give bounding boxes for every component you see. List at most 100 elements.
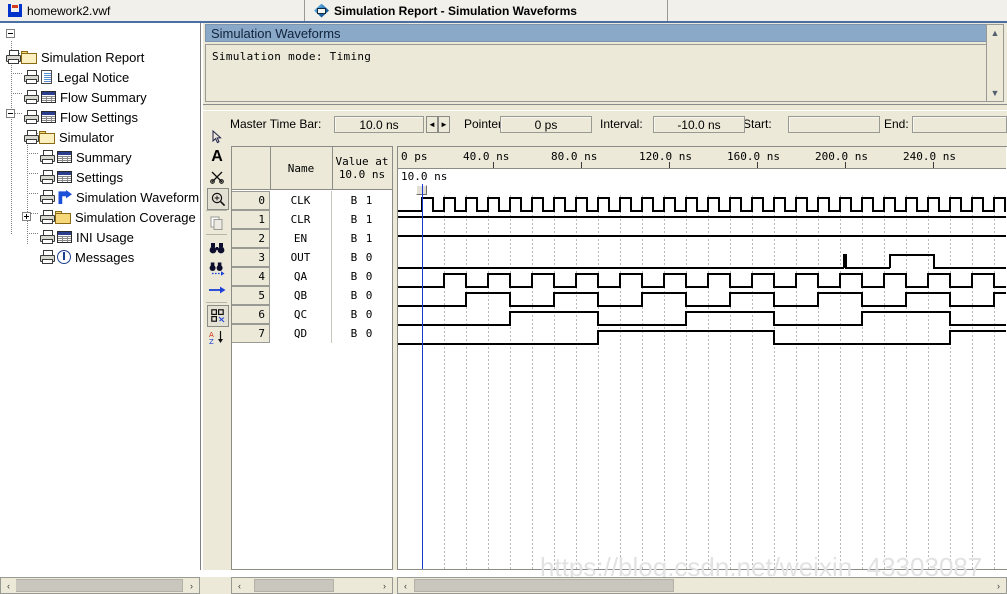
row-index: 1 — [232, 210, 270, 229]
time-cursor[interactable] — [422, 184, 423, 569]
table-row[interactable]: 1 CLR B 1 — [232, 210, 392, 229]
panel-separator — [203, 104, 1007, 111]
tree-item-simulator[interactable]: Simulator — [24, 127, 114, 147]
spinner-right-icon[interactable]: ► — [438, 116, 450, 133]
tree-item-summary[interactable]: Summary — [40, 147, 132, 167]
header-value-line1: Value at — [335, 155, 389, 168]
tree-item-flow-settings[interactable]: Flow Settings — [24, 107, 138, 127]
tree-item-label: Messages — [75, 249, 135, 265]
table-row[interactable]: 3 OUT B 0 — [232, 248, 392, 267]
header-value-line2: 10.0 ns — [338, 168, 386, 181]
master-time-bar-field[interactable]: 10.0 ns — [334, 116, 424, 133]
scroll-thumb[interactable] — [414, 579, 674, 592]
scrollbar-corner — [200, 577, 231, 594]
copy-tool-icon[interactable] — [207, 213, 227, 233]
tree-item-label: Simulator — [59, 129, 114, 145]
folder-icon — [21, 50, 37, 64]
waveform-trace — [398, 311, 1006, 326]
tree-item-legal-notice[interactable]: Legal Notice — [24, 67, 129, 87]
find-icon[interactable] — [207, 238, 227, 258]
spinner-left-icon[interactable]: ◄ — [426, 116, 438, 133]
printer-icon — [24, 90, 41, 104]
tree-item-messages[interactable]: Messages — [40, 247, 134, 267]
header-name: Name — [270, 147, 333, 189]
tree-guide — [27, 173, 39, 174]
scroll-left-icon[interactable]: ‹ — [1, 578, 16, 593]
tree-item-label: Summary — [76, 149, 132, 165]
table-row[interactable]: 7 QD B 0 — [232, 324, 392, 343]
tab-simulation-report[interactable]: Simulation Report - Simulation Waveforms — [306, 0, 668, 21]
scroll-up-icon[interactable]: ▲ — [988, 26, 1002, 40]
tree-item-settings[interactable]: Settings — [40, 167, 123, 187]
scroll-right-icon[interactable]: › — [184, 578, 199, 593]
signal-name: QB — [270, 286, 332, 305]
scroll-left-icon[interactable]: ‹ — [398, 578, 413, 593]
printer-icon — [40, 170, 57, 184]
master-time-bar-spinner[interactable]: ◄ ► — [426, 116, 450, 133]
document-icon — [41, 70, 53, 84]
document-tab-bar: homework2.vwf Simulation Report - Simula… — [0, 0, 1007, 23]
text-tool-icon[interactable]: A — [207, 147, 227, 167]
end-field[interactable] — [912, 116, 1007, 133]
start-field[interactable] — [788, 116, 880, 133]
printer-icon — [40, 230, 57, 244]
grid-header: Name Value at 10.0 ns — [232, 147, 392, 190]
tree-item-ini-usage[interactable]: INI Usage — [40, 227, 134, 247]
scroll-right-icon[interactable]: › — [991, 578, 1006, 593]
waveform-horizontal-scrollbar[interactable]: ‹ › — [397, 577, 1007, 594]
goto-arrow-icon[interactable] — [207, 280, 227, 300]
tree-horizontal-scrollbar[interactable]: ‹ › — [0, 577, 200, 594]
zoom-tool-icon[interactable] — [207, 188, 229, 210]
tree-guide — [27, 153, 39, 154]
waveform-canvas[interactable]: 0 ps 40.0 ns 80.0 ns 120.0 ns 160.0 ns 200.0 … — [397, 146, 1007, 570]
selection-tool-icon[interactable] — [207, 127, 227, 147]
table-row[interactable]: 0 CLK B 1 — [232, 191, 392, 210]
tree-item-label: Legal Notice — [57, 69, 130, 85]
grid-horizontal-scrollbar[interactable]: ‹ › — [231, 577, 393, 594]
find-next-icon[interactable] — [207, 259, 227, 279]
signal-name: QD — [270, 324, 332, 343]
tree-item-simulation-coverage[interactable]: Simulation Coverage — [40, 207, 196, 227]
svg-text:Z: Z — [209, 338, 214, 345]
tab-homework2-vwf[interactable]: homework2.vwf — [0, 0, 305, 21]
tree-expander-simulator[interactable] — [6, 109, 15, 118]
report-vertical-scrollbar[interactable]: ▲ ▼ — [986, 24, 1004, 102]
master-time-bar-label: Master Time Bar: — [230, 117, 322, 131]
vwf-file-icon — [8, 4, 22, 17]
waveform-icon — [57, 190, 72, 204]
tree-item-simulation-waveform[interactable]: Simulation Waveform — [40, 187, 199, 207]
tree-item-flow-summary[interactable]: Flow Summary — [24, 87, 147, 107]
scroll-thumb[interactable] — [15, 579, 183, 592]
sort-az-icon[interactable]: AZ — [207, 327, 227, 347]
tab-label: homework2.vwf — [27, 3, 111, 18]
tree-expander-simulation-report[interactable] — [6, 29, 15, 38]
tree-guide — [11, 73, 23, 74]
table-row[interactable]: 2 EN B 1 — [232, 229, 392, 248]
start-label: Start: — [743, 117, 772, 131]
pointer-field[interactable]: 0 ps — [500, 116, 592, 133]
waveform-edit-tool-icon[interactable] — [207, 167, 227, 187]
info-icon — [57, 250, 71, 264]
scroll-down-icon[interactable]: ▼ — [988, 86, 1002, 100]
quartus-simulation-report-window: homework2.vwf Simulation Report - Simula… — [0, 0, 1007, 594]
waveform-trace — [398, 330, 1006, 345]
row-index: 5 — [232, 286, 270, 305]
tree-item-simulation-report[interactable]: Simulation Report — [6, 47, 144, 67]
table-row[interactable]: 6 QC B 0 — [232, 305, 392, 324]
signal-name: QA — [270, 267, 332, 286]
row-index: 2 — [232, 229, 270, 248]
printer-icon — [40, 250, 57, 264]
table-row[interactable]: 5 QB B 0 — [232, 286, 392, 305]
tree-guide — [11, 93, 23, 94]
scroll-right-icon[interactable]: › — [377, 578, 392, 593]
report-icon — [314, 3, 329, 18]
scroll-left-icon[interactable]: ‹ — [232, 578, 247, 593]
table-icon — [41, 91, 56, 103]
interval-field[interactable]: -10.0 ns — [653, 116, 745, 133]
tab-label: Simulation Report - Simulation Waveforms — [334, 3, 577, 18]
table-row[interactable]: 4 QA B 0 — [232, 267, 392, 286]
scroll-thumb[interactable] — [254, 579, 334, 592]
header-value: Value at 10.0 ns — [332, 147, 392, 189]
grid-snap-icon[interactable] — [207, 305, 229, 327]
tree-expander-simulation-coverage[interactable] — [22, 212, 31, 221]
